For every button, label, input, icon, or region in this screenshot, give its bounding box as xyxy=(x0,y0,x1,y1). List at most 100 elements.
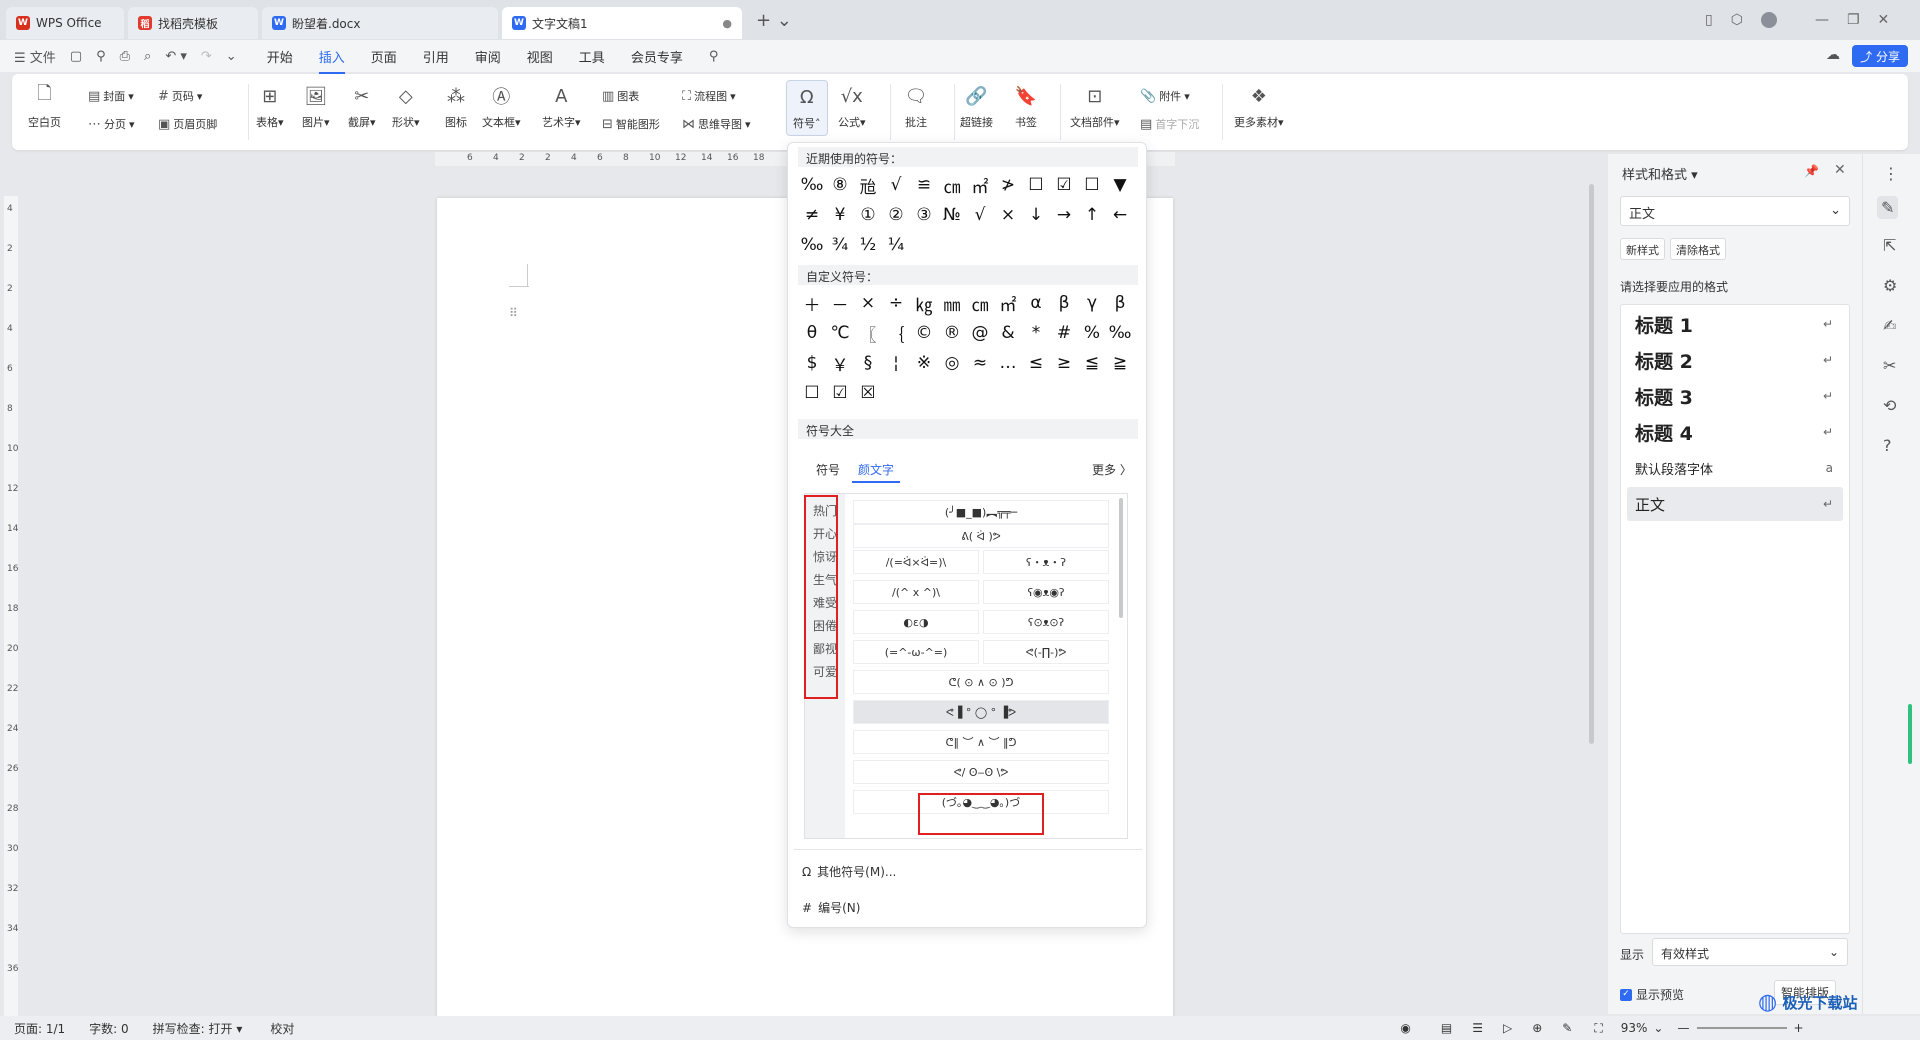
symbol-cell[interactable]: ③ xyxy=(910,203,938,227)
symbol-cell[interactable]: ㎝ xyxy=(938,173,966,198)
kaomoji-cell[interactable]: ʕ◉ᴥ◉ʔ xyxy=(983,580,1109,604)
wordart-button[interactable]: A 艺术字▾ xyxy=(542,84,581,130)
settings-icon[interactable]: ⚙ xyxy=(1883,276,1897,295)
tab-document-docx[interactable]: W 盼望着.docx xyxy=(262,7,498,39)
more-icon[interactable]: ⋮ xyxy=(1883,164,1899,183)
smartart-button[interactable]: ⊟ 智能图形 xyxy=(602,116,660,132)
hyperlink-button[interactable]: 🔗 超链接 xyxy=(960,84,993,130)
menu-vip[interactable]: 会员专享 xyxy=(631,47,683,66)
formula-button[interactable]: √x 公式▾ xyxy=(838,84,866,130)
select-icon[interactable]: ⇱ xyxy=(1883,236,1896,255)
pen-icon[interactable]: ✎ xyxy=(1877,196,1899,219)
screenshot-button[interactable]: ✂ 截屏▾ xyxy=(348,84,376,130)
pen-mode-icon[interactable]: ✎ xyxy=(1562,1021,1572,1035)
symbol-cell[interactable]: ≧ xyxy=(1106,351,1134,375)
share-button[interactable]: ⤴ 分享 xyxy=(1852,45,1908,67)
drag-handle-icon[interactable]: ⠿ xyxy=(509,306,518,320)
minimize-icon[interactable]: — xyxy=(1815,12,1829,28)
symbol-cell[interactable]: 〖 xyxy=(854,321,882,346)
close-icon[interactable]: ✕ xyxy=(1878,12,1890,28)
spell-check[interactable]: 拼写检查: 打开 ▾ xyxy=(153,1020,243,1037)
symbol-cell[interactable]: ¼ xyxy=(882,233,910,257)
symbol-cell[interactable]: ▼ xyxy=(1106,173,1134,197)
symbol-cell[interactable]: β xyxy=(1106,291,1134,315)
symbol-cell[interactable]: ‰ xyxy=(1106,321,1134,345)
symbol-cell[interactable]: ‰ xyxy=(798,173,826,197)
proofread[interactable]: 校对 xyxy=(270,1020,294,1037)
search-doc-icon[interactable]: ⚲ xyxy=(96,49,106,64)
textbox-button[interactable]: Ⓐ 文本框▾ xyxy=(482,84,521,130)
vertical-ruler[interactable]: 4 2 2 4 6 8 10 12 14 16 18 20 22 24 26 28 30 32 34 36 xyxy=(4,196,18,1016)
kaomoji-cell[interactable]: ᕦ( ⊙ ∧ ⊙ )ᕤ xyxy=(853,670,1109,694)
new-style-button[interactable]: 新样式 xyxy=(1620,238,1665,260)
zoom-out-icon[interactable]: — xyxy=(1677,1021,1689,1035)
symbol-cell[interactable]: ㎜ xyxy=(938,291,966,316)
symbol-cell[interactable]: © xyxy=(910,321,938,345)
symbol-cell[interactable]: θ xyxy=(798,321,826,345)
symbol-cell[interactable]: ☒ xyxy=(854,381,882,405)
style-heading-4[interactable]: 标题 4 ↵ xyxy=(1627,415,1843,449)
header-footer-button[interactable]: ▣ 页眉页脚 xyxy=(158,116,217,132)
symbol-cell[interactable]: ◎ xyxy=(938,351,966,375)
kaomoji-cell[interactable]: ʕ⊙ᴥ⊙ʔ xyxy=(983,610,1109,634)
symbol-cell[interactable]: 兘 xyxy=(854,173,882,198)
symbol-cell[interactable]: √ xyxy=(882,173,910,197)
symbol-cell[interactable]: ¾ xyxy=(826,233,854,257)
symbol-cell[interactable]: ☐ xyxy=(1022,173,1050,197)
symbol-cell[interactable]: ① xyxy=(854,203,882,227)
page-break-button[interactable]: ⋯ 分页 ▾ xyxy=(88,116,135,132)
kaomoji-cell[interactable]: ʕ・ᴥ・ʔ xyxy=(983,550,1109,574)
zoom-dropdown-icon[interactable]: ⌄ xyxy=(1653,1021,1663,1035)
style-heading-1[interactable]: 标题 1 ↵ xyxy=(1627,307,1843,341)
table-button[interactable]: ⊞ 表格▾ xyxy=(256,84,284,130)
symbol-cell[interactable]: ☑ xyxy=(826,381,854,405)
menu-tools[interactable]: 工具 xyxy=(579,47,605,66)
undo-icon[interactable]: ↶ ▾ xyxy=(165,49,187,64)
symbol-cell[interactable]: α xyxy=(1022,291,1050,315)
symbol-cell[interactable]: √ xyxy=(966,203,994,227)
fit-icon[interactable]: ⛶ xyxy=(1594,1021,1602,1036)
symbol-cell[interactable]: … xyxy=(994,351,1022,375)
symbol-cell[interactable]: ㎡ xyxy=(966,173,994,198)
symbol-cell[interactable]: ≦ xyxy=(1078,351,1106,375)
edit-icon[interactable]: ✍ xyxy=(1883,316,1896,335)
symbol-cell[interactable]: × xyxy=(854,291,882,315)
close-panel-icon[interactable]: ✕ xyxy=(1834,162,1846,178)
icon-button[interactable]: ⁂ 图标 xyxy=(444,84,468,130)
kaomoji-cell[interactable]: ᕕ( ᐛ )ᕗ xyxy=(853,524,1109,548)
docparts-button[interactable]: ⊡ 文档部件▾ xyxy=(1070,84,1120,130)
scroll-thumb[interactable] xyxy=(1589,184,1594,744)
more-link[interactable]: 更多 〉 xyxy=(1092,461,1132,478)
avatar[interactable] xyxy=(1760,12,1777,28)
more-materials-button[interactable]: ❖ 更多素材▾ xyxy=(1234,84,1284,130)
redo-icon[interactable]: ↷ xyxy=(201,49,212,64)
symbol-cell[interactable]: ÷ xyxy=(882,291,910,315)
page-count[interactable]: 页面: 1/1 xyxy=(14,1020,65,1037)
word-count[interactable]: 字数: 0 xyxy=(89,1020,129,1037)
symbol-cell[interactable]: ½ xyxy=(854,233,882,257)
symbol-cell[interactable]: ㎏ xyxy=(910,291,938,316)
flowchart-button[interactable]: ⛶ 流程图 ▾ xyxy=(682,88,736,104)
symbol-cell[interactable]: ® xyxy=(938,321,966,345)
blank-page-button[interactable]: 🗋 空白页 xyxy=(28,83,61,130)
kaomoji-cell[interactable]: (=^-ω-^=) xyxy=(853,640,979,664)
menu-page[interactable]: 页面 xyxy=(371,47,397,66)
other-symbols-item[interactable]: Ω 其他符号(M)... xyxy=(802,863,896,880)
symbol-cell[interactable]: $ xyxy=(798,351,826,375)
picture-button[interactable]: 🖼 图片▾ xyxy=(302,84,330,130)
preview-checkbox[interactable]: ✓ 显示预览 xyxy=(1620,986,1684,1003)
symbol-cell[interactable]: ＋ xyxy=(798,291,826,316)
page-view-icon[interactable]: ▤ xyxy=(1441,1021,1452,1035)
new-tab-icon[interactable]: + ⌄ xyxy=(756,10,792,31)
tools-icon[interactable]: ✂ xyxy=(1883,356,1896,375)
symbol-cell[interactable]: ↑ xyxy=(1078,203,1106,227)
symbol-cell[interactable]: ↓ xyxy=(1022,203,1050,227)
symbol-cell[interactable]: × xyxy=(994,203,1022,227)
search-icon[interactable]: ⚲ xyxy=(709,49,719,64)
print-icon[interactable]: ⎙ xyxy=(120,49,130,64)
save-icon[interactable]: ▢ xyxy=(70,49,82,64)
help-icon[interactable]: ? xyxy=(1883,436,1892,455)
symbol-cell[interactable]: ｛ xyxy=(882,321,910,346)
symbol-cell[interactable]: ☐ xyxy=(1078,173,1106,197)
symbol-cell[interactable]: ☐ xyxy=(798,381,826,405)
